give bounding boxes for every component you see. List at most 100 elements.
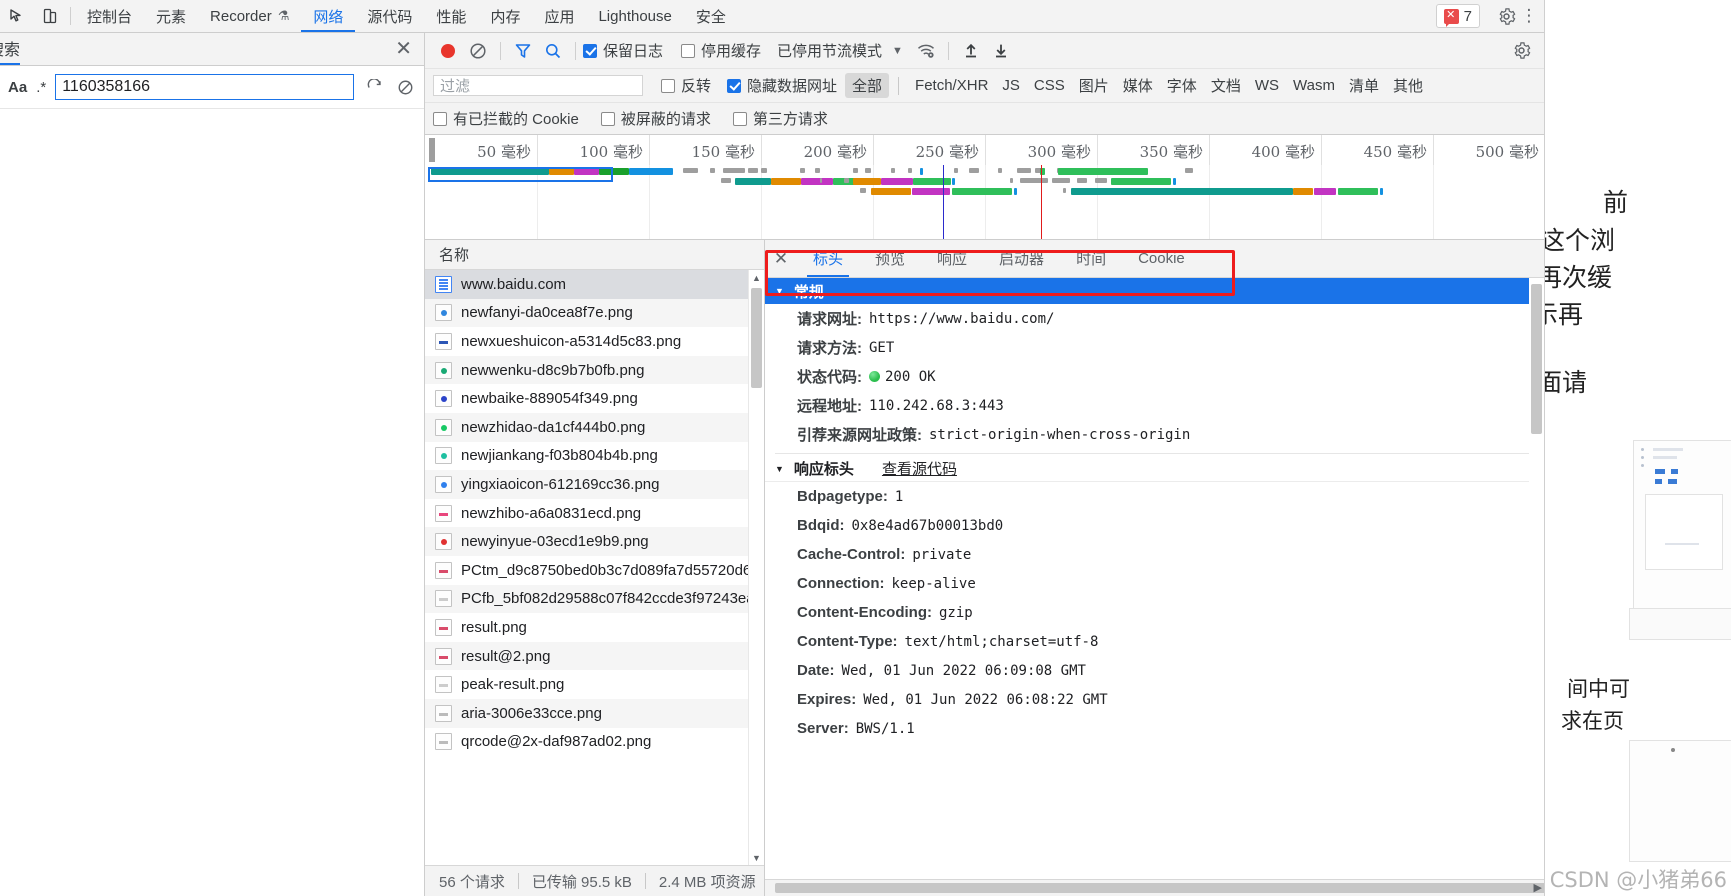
table-row[interactable]: www.baidu.com [425,270,764,299]
gear-icon[interactable] [1494,4,1518,28]
filter-type-10[interactable]: 清单 [1342,73,1386,98]
table-row[interactable]: peak-result.png [425,670,764,699]
main-tab-3[interactable]: 网络 [301,0,356,32]
detail-scrollbar[interactable] [1529,278,1544,879]
table-row[interactable]: newwenku-d8c9b7b0fb.png [425,355,764,385]
table-row[interactable]: newyinyue-03ecd1e9b9.png [425,527,764,556]
general-section-header[interactable]: ▼ 常规 [765,278,1544,304]
detail-horizontal-scrollbar[interactable]: ▶ [765,879,1544,896]
error-count-badge[interactable]: 7 [1435,4,1480,28]
main-tab-8[interactable]: Lighthouse [586,0,683,32]
main-tab-7[interactable]: 应用 [532,0,586,32]
filter-type-9[interactable]: Wasm [1286,75,1342,96]
scroll-right-icon[interactable]: ▶ [1534,881,1542,894]
disable-cache-checkbox[interactable]: 停用缓存 [681,40,761,61]
main-tab-9[interactable]: 安全 [684,0,738,32]
detail-tab-2[interactable]: 响应 [921,240,983,277]
cookie-filter-2[interactable]: 第三方请求 [732,108,828,129]
throttling-label[interactable]: 已停用节流模式 [777,40,882,61]
hide-data-urls-checkbox[interactable]: 隐藏数据网址 [727,75,837,96]
close-icon[interactable]: ✕ [395,39,412,59]
table-row[interactable]: newxueshuicon-a5314d5c83.png [425,327,764,356]
request-rows-container: www.baidu.com newfanyi-da0cea8f7e.png newx… [425,270,764,865]
record-stop-icon[interactable] [433,36,463,66]
network-overview-timeline[interactable]: 50 毫秒 100 毫秒 150 毫秒 200 毫秒 250 毫秒 300 毫秒 350 毫… [425,135,1544,240]
detail-tab-0[interactable]: 标头 [797,240,859,277]
scrollbar-thumb[interactable] [751,288,762,388]
filter-type-6[interactable]: 字体 [1160,73,1204,98]
regex-toggle[interactable]: .* [36,79,46,96]
table-row[interactable]: newfanyi-da0cea8f7e.png [425,298,764,328]
detail-tab-5[interactable]: Cookie [1122,240,1201,277]
general-section-title: 常规 [793,283,824,301]
overview-selection-box[interactable] [428,167,613,182]
scrollbar-thumb[interactable] [1531,284,1542,434]
icon-glyph [441,539,447,546]
bg-thumbnail-bottom [1629,740,1731,862]
table-row[interactable]: PCtm_d9c8750bed0b3c7d089fa7d55720d6cf.pn… [425,556,764,585]
search-input[interactable] [55,74,354,100]
filter-type-4[interactable]: 图片 [1072,73,1116,98]
hscrollbar-thumb[interactable] [775,883,1544,893]
overview-tick-label: 200 毫秒 [803,143,867,161]
main-tab-1[interactable]: 元素 [144,0,198,32]
table-row[interactable]: newbaike-889054f349.png [425,384,764,413]
request-list-header[interactable]: 名称 [425,240,764,270]
filter-type-0[interactable]: 全部 [845,73,890,98]
table-row[interactable]: newzhidao-da1cf444b0.png [425,412,764,442]
table-row[interactable]: PCfb_5bf082d29588c07f842ccde3f97243ea.pn… [425,584,764,614]
filter-type-8[interactable]: WS [1248,75,1286,96]
filter-type-3[interactable]: CSS [1027,75,1072,96]
close-icon[interactable]: ✕ [765,249,797,269]
table-row[interactable]: qrcode@2x-daf987ad02.png [425,728,764,757]
filter-icon[interactable] [508,36,538,66]
chevron-down-icon[interactable]: ▼ [892,45,903,57]
main-tab-2[interactable]: Recorder ⚗ [198,0,301,32]
main-tab-6[interactable]: 内存 [478,0,532,32]
refresh-icon[interactable] [363,76,385,98]
table-row[interactable]: aria-3006e33cce.png [425,698,764,728]
cookie-filter-0[interactable]: 有已拦截的 Cookie [433,108,579,129]
filter-type-11[interactable]: 其他 [1386,73,1430,98]
filter-type-1[interactable]: Fetch/XHR [908,75,995,96]
clear-icon[interactable] [394,76,416,98]
header-row: Bdpagetype: 1 [765,482,1544,511]
filter-type-5[interactable]: 媒体 [1116,73,1160,98]
kebab-menu-icon[interactable]: ⋮ [1518,4,1540,28]
table-row[interactable]: result.png [425,613,764,642]
filter-type-2[interactable]: JS [995,75,1027,96]
export-har-icon[interactable] [986,36,1016,66]
main-tab-5[interactable]: 性能 [424,0,478,32]
status-divider-1 [517,873,519,889]
table-row[interactable]: newzhibo-a6a0831ecd.png [425,499,764,528]
overview-bar-14 [891,168,895,173]
filter-type-7[interactable]: 文档 [1204,73,1248,98]
tab-search[interactable]: 搜索 [0,36,28,65]
wifi-settings-icon[interactable] [911,36,941,66]
scroll-down-icon[interactable]: ▼ [749,850,764,865]
preserve-log-checkbox[interactable]: 保留日志 [583,40,663,61]
view-source-link[interactable]: 查看源代码 [882,458,957,479]
table-row[interactable]: yingxiaoicon-612169cc36.png [425,470,764,499]
filter-input[interactable]: 过滤 [433,75,643,96]
import-har-icon[interactable] [956,36,986,66]
search-icon[interactable] [538,36,568,66]
request-list-scrollbar[interactable]: ▲ ▼ [748,270,764,865]
main-tab-0[interactable]: 控制台 [75,0,144,32]
table-row[interactable]: newjiankang-f03b804b4b.png [425,442,764,471]
inspect-element-icon[interactable] [0,0,33,32]
detail-tab-1[interactable]: 预览 [859,240,921,277]
response-headers-section-header[interactable]: ▼ 响应标头 查看源代码 [765,456,1544,482]
detail-tab-3[interactable]: 启动器 [983,240,1060,277]
cookie-filter-1[interactable]: 被屏蔽的请求 [600,108,711,129]
device-toolbar-icon[interactable] [33,0,66,32]
scroll-up-icon[interactable]: ▲ [749,270,764,285]
main-tab-4[interactable]: 源代码 [355,0,424,32]
network-settings-gear-icon[interactable] [1506,36,1536,66]
header-value: strict-origin-when-cross-origin [929,426,1191,443]
invert-checkbox[interactable]: 反转 [661,75,711,96]
detail-tab-4[interactable]: 时间 [1060,240,1122,277]
match-case-toggle[interactable]: Aa [8,79,27,96]
table-row[interactable]: result@2.png [425,641,764,671]
clear-network-icon[interactable] [463,36,493,66]
